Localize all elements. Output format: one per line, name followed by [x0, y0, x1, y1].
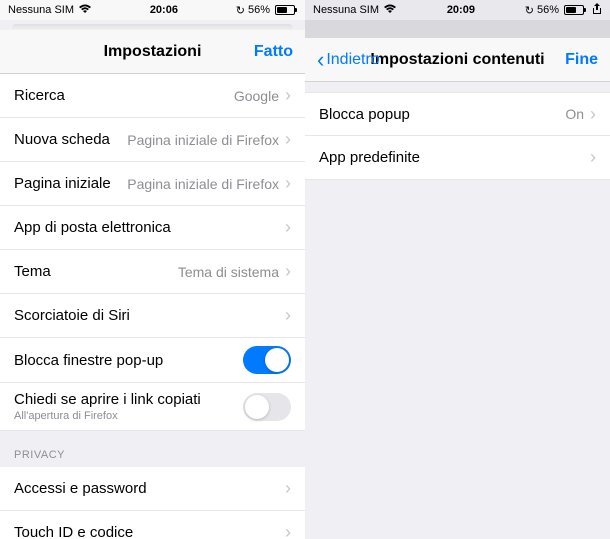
status-bar: Nessuna SIM 20:09 ↻ 56%	[305, 0, 610, 20]
row-label: Ricerca	[14, 87, 234, 104]
row-block-popups[interactable]: Blocca finestre pop-up	[0, 338, 305, 383]
status-bar: Nessuna SIM 20:06 ↻ 56%	[0, 0, 305, 20]
battery-percent: 56%	[248, 4, 270, 16]
battery-icon	[562, 5, 586, 15]
row-touchid[interactable]: Touch ID e codice ›	[0, 511, 305, 539]
row-value: On	[565, 106, 584, 122]
row-label: Chiedi se aprire i link copiati	[14, 391, 243, 408]
row-theme[interactable]: Tema Tema di sistema ›	[0, 250, 305, 294]
done-button[interactable]: Fine	[565, 51, 598, 69]
dimmed-background	[305, 20, 610, 38]
chevron-left-icon: ‹	[317, 47, 324, 73]
row-label: Blocca popup	[319, 106, 565, 123]
chevron-right-icon: ›	[285, 478, 291, 499]
back-button[interactable]: ‹ Indietro	[317, 47, 380, 73]
chevron-right-icon: ›	[285, 217, 291, 238]
row-new-tab[interactable]: Nuova scheda Pagina iniziale di Firefox …	[0, 118, 305, 162]
row-ask-copied-links[interactable]: Chiedi se aprire i link copiati All'aper…	[0, 383, 305, 431]
share-icon	[592, 3, 602, 18]
row-sublabel: All'apertura di Firefox	[14, 410, 243, 422]
toggle-block-popups[interactable]	[243, 346, 291, 374]
row-default-apps[interactable]: App predefinite ›	[305, 136, 610, 180]
chevron-right-icon: ›	[285, 522, 291, 539]
right-screen: Nessuna SIM 20:09 ↻ 56% ‹ Indietro Impos…	[305, 0, 610, 539]
chevron-right-icon: ›	[590, 104, 596, 125]
row-value: Pagina iniziale di Firefox	[127, 176, 279, 192]
row-homepage[interactable]: Pagina iniziale Pagina iniziale di Firef…	[0, 162, 305, 206]
battery-percent: 56%	[537, 4, 559, 16]
chevron-right-icon: ›	[285, 129, 291, 150]
settings-list[interactable]: Ricerca Google › Nuova scheda Pagina ini…	[0, 74, 305, 539]
row-block-popup[interactable]: Blocca popup On ›	[305, 92, 610, 136]
chevron-right-icon: ›	[285, 305, 291, 326]
row-label: Nuova scheda	[14, 131, 127, 148]
wifi-icon	[383, 4, 397, 17]
wifi-icon	[78, 4, 92, 17]
chevron-right-icon: ›	[590, 147, 596, 168]
row-search[interactable]: Ricerca Google ›	[0, 74, 305, 118]
carrier-text: Nessuna SIM	[313, 4, 379, 16]
chevron-right-icon: ›	[285, 173, 291, 194]
left-screen: Nessuna SIM 20:06 ↻ 56% Impostazioni Fat…	[0, 0, 305, 539]
row-logins[interactable]: Accessi e password ›	[0, 467, 305, 511]
back-label: Indietro	[326, 51, 379, 69]
row-label: App di posta elettronica	[14, 219, 285, 236]
rotation-lock-icon: ↻	[525, 4, 534, 17]
done-button[interactable]: Fatto	[254, 43, 293, 61]
toggle-ask-links[interactable]	[243, 393, 291, 421]
row-label: Touch ID e codice	[14, 524, 285, 539]
carrier-text: Nessuna SIM	[8, 4, 74, 16]
row-value: Tema di sistema	[178, 264, 279, 280]
content-settings-list[interactable]: Blocca popup On › App predefinite ›	[305, 82, 610, 539]
row-label: Blocca finestre pop-up	[14, 352, 243, 369]
row-label: Accessi e password	[14, 480, 285, 497]
row-label: App predefinite	[319, 149, 590, 166]
rotation-lock-icon: ↻	[236, 4, 245, 17]
row-siri-shortcuts[interactable]: Scorciatoie di Siri ›	[0, 294, 305, 338]
row-value: Google	[234, 88, 279, 104]
nav-bar: Impostazioni Fatto	[0, 30, 305, 74]
row-value: Pagina iniziale di Firefox	[127, 132, 279, 148]
row-label: Tema	[14, 263, 178, 280]
row-label: Pagina iniziale	[14, 175, 127, 192]
nav-bar: ‹ Indietro Impostazioni contenuti Fine	[305, 38, 610, 82]
clock-text: 20:06	[150, 4, 178, 16]
row-label: Scorciatoie di Siri	[14, 307, 285, 324]
chevron-right-icon: ›	[285, 261, 291, 282]
section-header-privacy: PRIVACY	[0, 431, 305, 467]
clock-text: 20:09	[447, 4, 475, 16]
chevron-right-icon: ›	[285, 85, 291, 106]
row-mail-app[interactable]: App di posta elettronica ›	[0, 206, 305, 250]
battery-icon	[273, 5, 297, 15]
